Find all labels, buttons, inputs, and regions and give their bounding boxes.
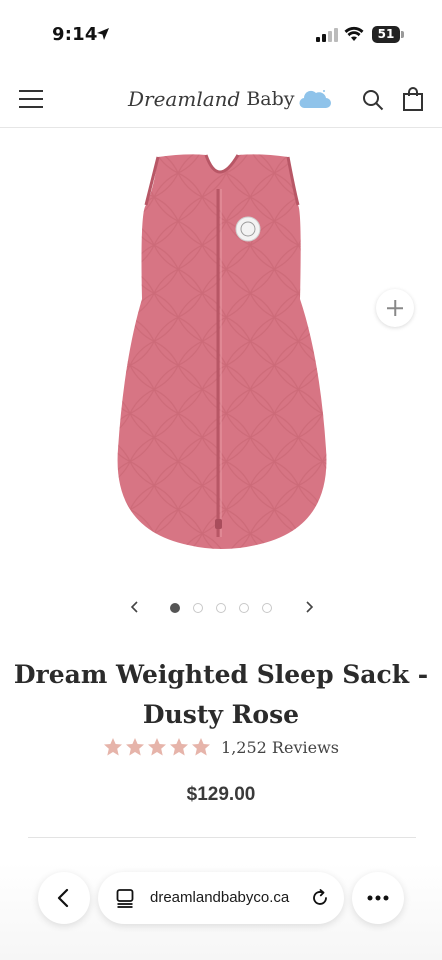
divider <box>28 837 416 838</box>
carousel-dot-1[interactable] <box>170 603 180 613</box>
battery-level: 51 <box>372 26 400 43</box>
star-icon <box>148 738 167 756</box>
product-title-line1: Dream Weighted Sleep Sack - <box>13 660 429 689</box>
wifi-icon <box>344 26 364 41</box>
location-arrow-icon <box>97 28 109 40</box>
logo-script-text: Dreamland <box>128 87 241 111</box>
carousel-dot-2[interactable] <box>193 603 203 613</box>
star-icon <box>104 738 123 756</box>
battery-icon: 51 <box>372 26 404 43</box>
carousel-dot-5[interactable] <box>262 603 272 613</box>
product-gallery[interactable] <box>0 129 442 589</box>
site-logo[interactable]: Dreamland Baby <box>128 84 331 114</box>
browser-back-button[interactable] <box>38 872 90 924</box>
product-title-line2: Dusty Rose <box>142 700 300 729</box>
site-header: Dreamland Baby <box>0 70 442 128</box>
cloud-logo-icon <box>298 90 331 109</box>
product-rating[interactable]: 1,252 Reviews <box>0 737 442 757</box>
product-image[interactable] <box>106 149 338 561</box>
star-icon <box>126 738 145 756</box>
more-icon <box>367 895 389 901</box>
tabs-icon[interactable] <box>116 888 134 908</box>
more-button[interactable] <box>352 872 404 924</box>
product-title: Dream Weighted Sleep Sack - Dusty Rose <box>0 655 442 735</box>
chevron-left-icon[interactable] <box>128 598 142 616</box>
browser-toolbar: dreamlandbabyco.ca <box>0 862 442 960</box>
logo-baby-text: Baby <box>246 88 295 110</box>
star-icon <box>192 738 211 756</box>
star-icon <box>170 738 189 756</box>
status-time: 9:14 <box>52 24 98 45</box>
signal-icon <box>316 28 338 42</box>
carousel-dot-3[interactable] <box>216 603 226 613</box>
cart-icon[interactable] <box>402 87 424 111</box>
menu-icon[interactable] <box>18 88 44 110</box>
zoom-plus-icon[interactable] <box>376 289 414 327</box>
address-bar[interactable]: dreamlandbabyco.ca <box>98 872 344 924</box>
star-rating <box>103 737 211 757</box>
url-text[interactable]: dreamlandbabyco.ca <box>150 872 289 924</box>
reload-icon[interactable] <box>310 888 330 908</box>
reviews-link[interactable]: 1,252 Reviews <box>221 738 339 757</box>
battery-cap <box>401 31 404 38</box>
status-bar: 9:14 51 <box>0 0 442 70</box>
carousel-dot-4[interactable] <box>239 603 249 613</box>
chevron-right-icon[interactable] <box>302 598 316 616</box>
back-chevron-icon <box>57 888 69 908</box>
carousel-nav <box>0 598 442 618</box>
product-price: $129.00 <box>186 784 256 805</box>
search-icon[interactable] <box>362 89 384 111</box>
